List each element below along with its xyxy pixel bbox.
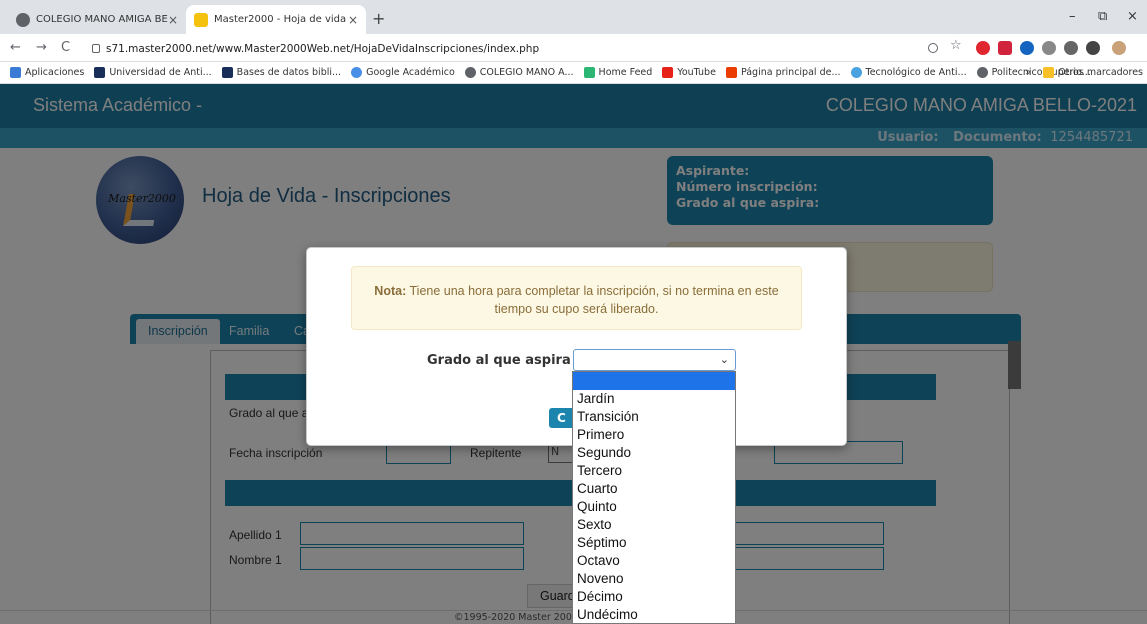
extension-icon[interactable] — [1042, 41, 1056, 55]
lock-icon — [92, 44, 100, 53]
bookmark-item[interactable]: COLEGIO MANO A... — [464, 67, 574, 78]
youtube-icon — [662, 67, 674, 78]
apps-icon — [10, 67, 21, 78]
grade-option[interactable]: Transición — [573, 408, 735, 426]
puzzle-icon[interactable] — [1086, 41, 1100, 55]
note-text: Tiene una hora para completar la inscrip… — [409, 284, 779, 316]
bookmark-item[interactable]: Tecnológico de Anti... — [850, 67, 967, 78]
bookmark-item[interactable]: Universidad de Anti... — [94, 67, 212, 78]
university-icon — [94, 67, 106, 78]
bookmarks-overflow-icon[interactable]: » — [1025, 67, 1031, 78]
reload-icon[interactable]: C — [61, 40, 70, 55]
grade-dropdown-list[interactable]: Jardín Transición Primero Segundo Tercer… — [572, 371, 736, 624]
extension-icon[interactable] — [998, 41, 1012, 55]
grade-option[interactable]: Décimo — [573, 588, 735, 606]
browser-tab-strip: COLEGIO MANO AMIGA BELLO × Master2000 - … — [0, 0, 1147, 34]
grade-option[interactable]: Undécimo — [573, 606, 735, 623]
grade-option[interactable]: Jardín — [573, 390, 735, 408]
master2000-favicon-icon — [194, 12, 208, 27]
url-text: s71.master2000.net/www.Master2000Web.net… — [106, 42, 540, 55]
grade-select[interactable]: ⌄ — [573, 349, 736, 371]
bookmark-item[interactable]: Google Académico — [351, 67, 455, 78]
extension-icon[interactable] — [1064, 41, 1078, 55]
bookmark-item[interactable]: Home Feed — [583, 67, 652, 78]
scholar-extension-icon[interactable] — [1020, 41, 1034, 55]
grade-option[interactable]: Sexto — [573, 516, 735, 534]
close-window-icon[interactable]: × — [1127, 9, 1138, 24]
grade-option[interactable]: Cuarto — [573, 480, 735, 498]
chevron-down-icon: ⌄ — [719, 353, 729, 366]
opera-extension-icon[interactable] — [976, 41, 990, 55]
bookmarks-bar: Aplicaciones Universidad de Anti... Base… — [0, 62, 1147, 84]
grade-option[interactable]: Noveno — [573, 570, 735, 588]
grade-option[interactable]: Tercero — [573, 462, 735, 480]
modal-note: Nota: Tiene una hora para completar la i… — [351, 266, 802, 330]
office-icon — [725, 67, 737, 78]
close-tab-icon[interactable]: × — [348, 13, 358, 27]
grade-option[interactable]: Séptimo — [573, 534, 735, 552]
grade-select-label: Grado al que aspira — [427, 353, 571, 368]
tab-title: COLEGIO MANO AMIGA BELLO — [36, 14, 168, 25]
restore-icon[interactable]: ⧉ — [1098, 9, 1107, 24]
other-bookmarks[interactable]: » Otros marcadores — [1025, 67, 1143, 78]
grade-option[interactable]: Quinto — [573, 498, 735, 516]
forward-icon[interactable]: → — [36, 40, 47, 55]
address-bar: ← → C s71.master2000.net/www.Master2000W… — [0, 34, 1147, 62]
browser-tab-colegio[interactable]: COLEGIO MANO AMIGA BELLO × — [8, 5, 186, 34]
globe-icon — [464, 67, 476, 78]
bookmark-apps[interactable]: Aplicaciones — [10, 67, 84, 78]
zoom-icon[interactable] — [928, 43, 938, 53]
note-label: Nota: — [374, 284, 407, 298]
university-icon — [221, 67, 233, 78]
folder-icon — [1043, 67, 1055, 78]
grade-option[interactable]: Segundo — [573, 444, 735, 462]
close-tab-icon[interactable]: × — [168, 13, 178, 27]
bookmark-item[interactable]: YouTube — [662, 67, 716, 78]
grade-option[interactable] — [573, 372, 735, 390]
star-icon[interactable]: ☆ — [950, 38, 964, 53]
grade-option[interactable]: Octavo — [573, 552, 735, 570]
avatar[interactable] — [1112, 41, 1126, 55]
tab-title: Master2000 - Hoja de vida inscrip — [214, 14, 348, 25]
back-icon[interactable]: ← — [10, 40, 21, 55]
minimize-icon[interactable]: – — [1069, 9, 1076, 24]
url-field[interactable]: s71.master2000.net/www.Master2000Web.net… — [84, 38, 974, 59]
homefeed-icon — [583, 67, 595, 78]
edge-icon — [850, 67, 862, 78]
bookmark-item[interactable]: Página principal de... — [725, 67, 841, 78]
browser-tab-master2000[interactable]: Master2000 - Hoja de vida inscrip × — [186, 5, 366, 34]
grade-option[interactable]: Primero — [573, 426, 735, 444]
globe-icon — [976, 67, 988, 78]
bookmark-item[interactable]: Bases de datos bibli... — [221, 67, 341, 78]
new-tab-button[interactable]: + — [372, 9, 385, 28]
globe-icon — [16, 12, 30, 27]
scholar-icon — [351, 67, 363, 78]
